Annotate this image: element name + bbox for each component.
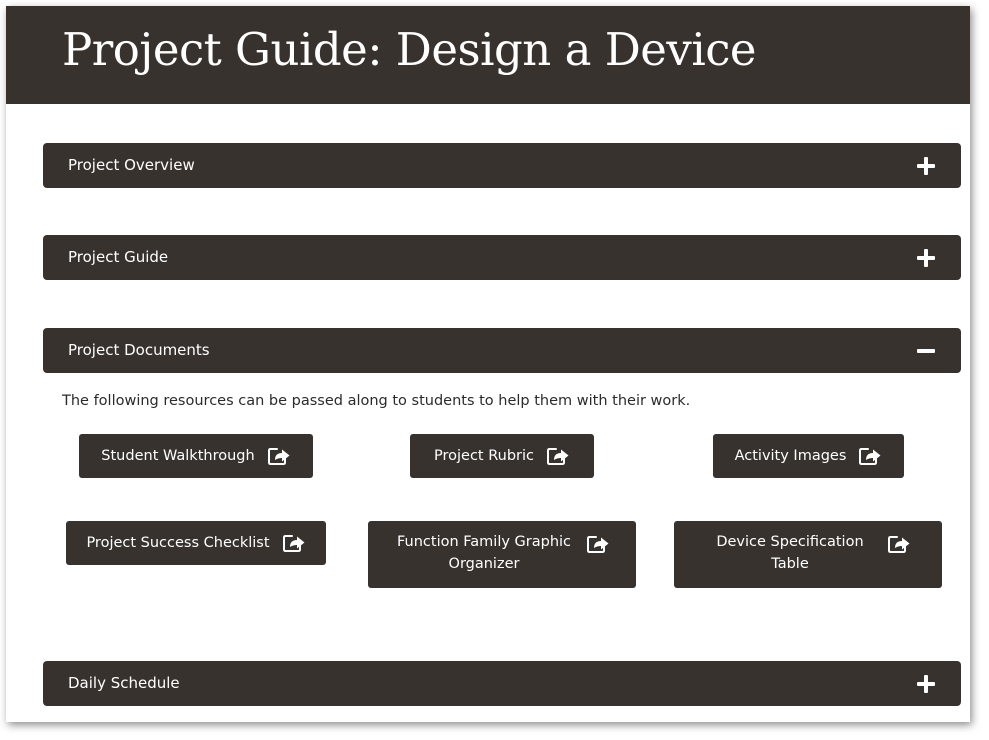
resource-button-activity-images[interactable]: Activity Images xyxy=(713,434,904,478)
resource-label: Project Rubric xyxy=(434,448,534,464)
plus-icon[interactable] xyxy=(915,673,937,695)
accordion-daily-schedule[interactable]: Daily Schedule xyxy=(43,661,961,706)
accordion-project-documents[interactable]: Project Documents xyxy=(43,328,961,373)
share-icon xyxy=(282,535,305,552)
plus-icon[interactable] xyxy=(915,247,937,269)
resource-label: Function Family Graphic Organizer xyxy=(396,534,572,572)
resource-label: Student Walkthrough xyxy=(101,448,255,464)
page-title: Project Guide: Design a Device xyxy=(62,23,757,76)
resource-button-student-walkthrough[interactable]: Student Walkthrough xyxy=(79,434,313,478)
resource-button-project-rubric[interactable]: Project Rubric xyxy=(410,434,594,478)
resource-label: Activity Images xyxy=(734,448,847,464)
share-icon xyxy=(547,448,569,465)
accordion-label: Project Guide xyxy=(68,248,169,266)
accordion-label: Daily Schedule xyxy=(68,674,180,692)
share-icon xyxy=(267,448,290,465)
plus-icon[interactable] xyxy=(915,155,937,177)
resource-button-function-family-graphic-organizer[interactable]: Function Family Graphic Organizer xyxy=(368,521,636,588)
share-icon xyxy=(587,536,609,553)
resource-label: Device Specification Table xyxy=(716,534,864,572)
page-frame: Project Guide: Design a Device Project O… xyxy=(6,6,970,722)
accordion-label: Project Documents xyxy=(68,341,210,359)
accordion-label: Project Overview xyxy=(68,156,195,174)
resource-button-project-success-checklist[interactable]: Project Success Checklist xyxy=(66,521,326,565)
resource-button-device-specification-table[interactable]: Device Specification Table xyxy=(674,521,942,588)
accordion-project-guide[interactable]: Project Guide xyxy=(43,235,961,280)
resource-label: Project Success Checklist xyxy=(86,535,270,551)
minus-icon[interactable] xyxy=(915,340,937,362)
share-icon xyxy=(888,536,910,553)
accordion-project-overview[interactable]: Project Overview xyxy=(43,143,961,188)
page-header: Project Guide: Design a Device xyxy=(6,6,970,104)
share-icon xyxy=(859,448,881,465)
documents-intro-text: The following resources can be passed al… xyxy=(62,393,691,409)
